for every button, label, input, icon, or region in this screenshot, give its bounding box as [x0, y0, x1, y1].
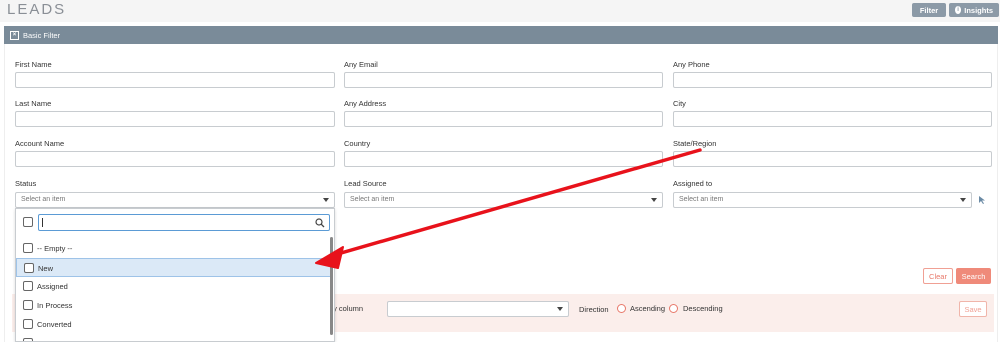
ascending-label: Ascending: [630, 304, 666, 313]
chevron-down-icon: [960, 198, 966, 202]
page-title: LEADS: [7, 1, 67, 18]
info-icon: i: [955, 6, 962, 14]
any-address-input[interactable]: [344, 111, 663, 127]
chevron-down-icon: [651, 198, 657, 202]
pointer-icon[interactable]: [978, 195, 986, 205]
any-address-label: Any Address: [344, 99, 387, 108]
option-label: New: [38, 264, 54, 273]
dropdown-search-input[interactable]: [38, 214, 330, 231]
dropdown-option[interactable]: Assigned: [16, 277, 332, 296]
last-name-input[interactable]: [15, 111, 335, 127]
dropdown-option[interactable]: -- Empty --: [16, 239, 332, 258]
clear-button-label: Clear: [929, 271, 947, 281]
state-region-input[interactable]: [673, 151, 992, 167]
option-checkbox[interactable]: [23, 243, 33, 253]
last-name-label: Last Name: [15, 99, 52, 108]
assigned-to-select-value: Select an item: [679, 196, 724, 203]
state-region-label: State/Region: [673, 139, 717, 148]
first-name-label: First Name: [15, 60, 52, 69]
chevron-down-icon: [323, 198, 329, 202]
clear-button[interactable]: Clear: [923, 268, 953, 284]
dropdown-search-row: [16, 209, 334, 237]
option-checkbox[interactable]: [23, 281, 33, 291]
dropdown-option-highlighted[interactable]: New: [16, 258, 332, 277]
close-icon[interactable]: ×: [10, 30, 19, 40]
option-checkbox[interactable]: [24, 263, 34, 273]
chevron-down-icon: [557, 307, 563, 311]
option-label: In Process: [37, 301, 73, 310]
city-input[interactable]: [673, 111, 992, 127]
option-label: -- Empty --: [37, 244, 73, 253]
status-label: Status: [15, 179, 37, 188]
page-header: LEADS Filter i Insights: [0, 0, 1000, 22]
account-name-input[interactable]: [15, 151, 335, 167]
dropdown-option[interactable]: [16, 334, 332, 341]
search-button[interactable]: Search: [956, 268, 991, 284]
option-checkbox[interactable]: [23, 300, 33, 310]
order-by-select[interactable]: [387, 301, 569, 317]
city-label: City: [673, 99, 686, 108]
option-checkbox[interactable]: [23, 338, 33, 341]
text-cursor: [42, 218, 43, 227]
search-button-label: Search: [961, 271, 986, 281]
any-email-input[interactable]: [344, 72, 663, 88]
search-icon: [315, 218, 325, 228]
filter-button[interactable]: Filter: [912, 3, 946, 17]
option-label: Converted: [37, 320, 72, 329]
dropdown-option[interactable]: Converted: [16, 315, 332, 334]
filter-button-label: Filter: [919, 5, 939, 15]
descending-label: Descending: [683, 304, 723, 313]
ascending-radio[interactable]: [617, 304, 626, 313]
descending-radio[interactable]: [669, 304, 678, 313]
basic-filter-bar: × Basic Filter: [4, 26, 998, 44]
dropdown-scrollbar[interactable]: [330, 237, 333, 335]
insights-button-label: Insights: [964, 5, 993, 15]
status-select-value: Select an item: [21, 196, 66, 203]
country-input[interactable]: [344, 151, 663, 167]
account-name-label: Account Name: [15, 139, 65, 148]
lead-source-select-value: Select an item: [350, 196, 395, 203]
option-label: Assigned: [37, 282, 68, 291]
country-label: Country: [344, 139, 371, 148]
save-button[interactable]: Save: [959, 301, 987, 317]
status-dropdown: -- Empty -- New Assigned In Process Conv…: [15, 208, 335, 342]
assigned-to-select[interactable]: Select an item: [673, 192, 972, 208]
insights-button[interactable]: i Insights: [949, 3, 999, 17]
basic-filter-title: Basic Filter: [23, 30, 61, 40]
any-phone-input[interactable]: [673, 72, 992, 88]
option-checkbox[interactable]: [23, 319, 33, 329]
assigned-to-label: Assigned to: [673, 179, 713, 188]
any-phone-label: Any Phone: [673, 60, 710, 69]
any-email-label: Any Email: [344, 60, 378, 69]
dropdown-option[interactable]: In Process: [16, 296, 332, 315]
first-name-input[interactable]: [15, 72, 335, 88]
select-all-checkbox[interactable]: [23, 217, 33, 227]
lead-source-label: Lead Source: [344, 179, 387, 188]
save-button-label: Save: [964, 304, 982, 314]
direction-label: Direction: [579, 305, 609, 314]
lead-source-select[interactable]: Select an item: [344, 192, 663, 208]
status-select[interactable]: Select an item: [15, 192, 335, 208]
